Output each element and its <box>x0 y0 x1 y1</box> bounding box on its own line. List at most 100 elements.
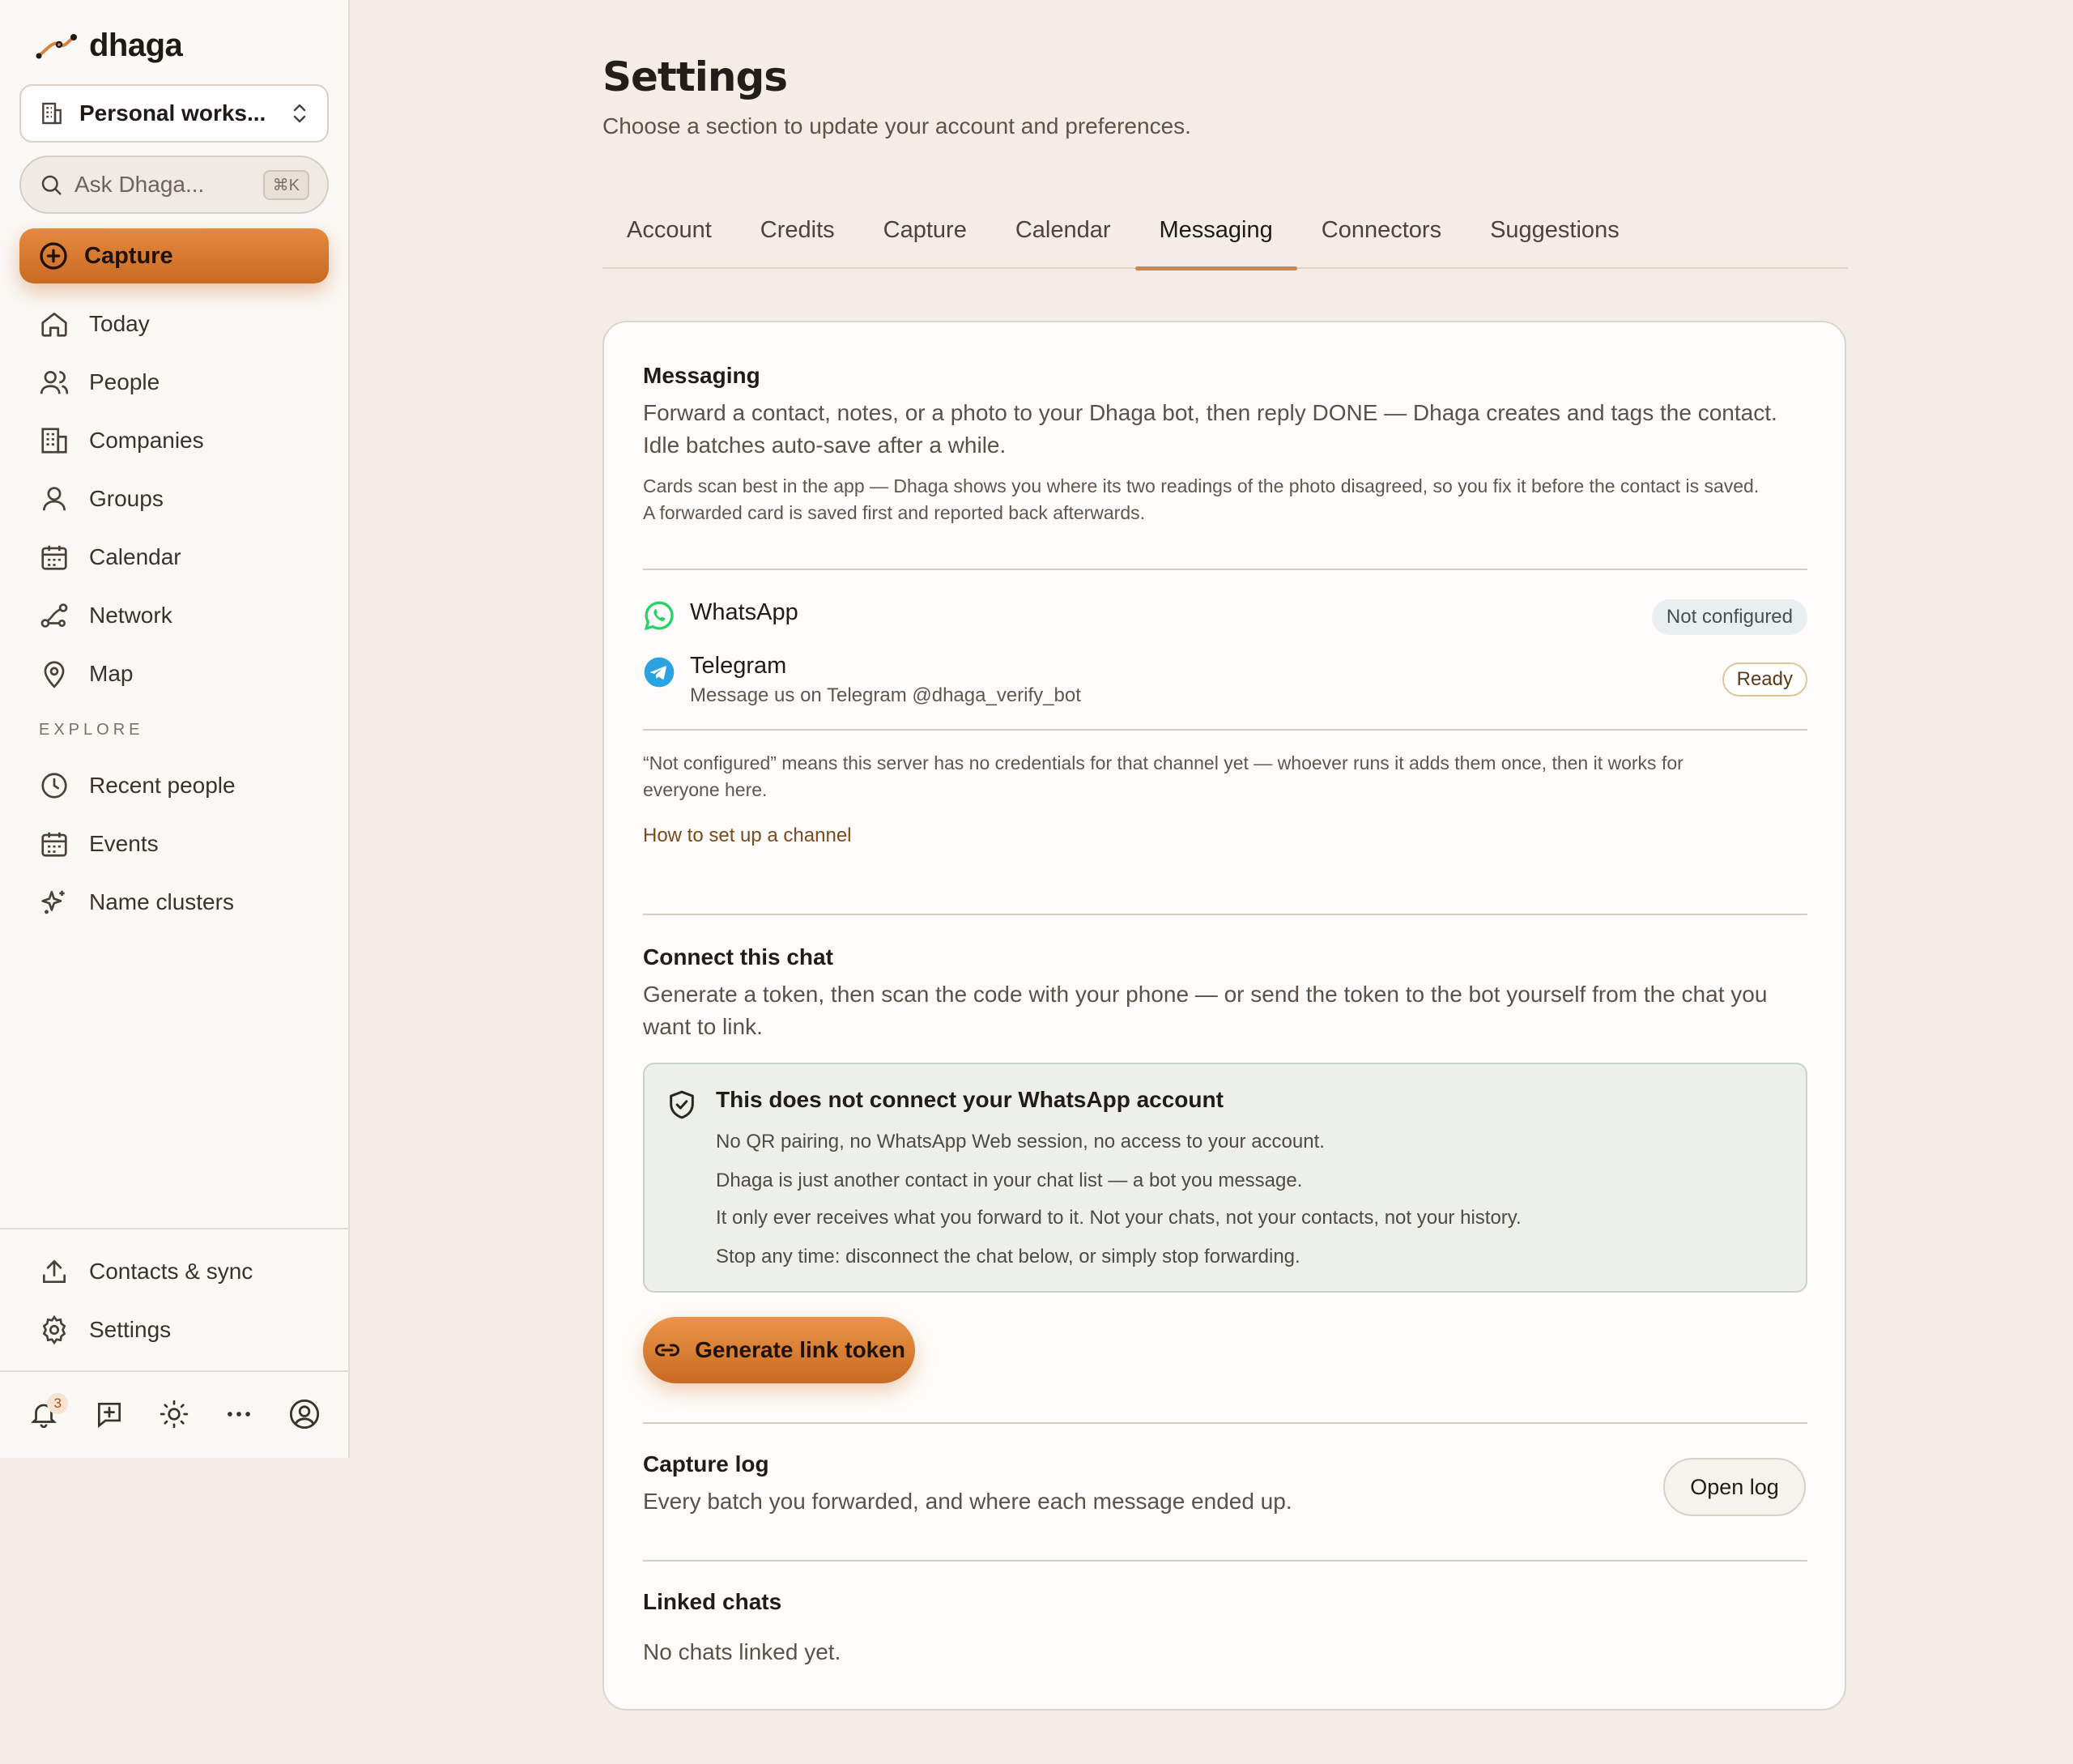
connect-section: Connect this chat Generate a token, then… <box>643 944 1807 1043</box>
more-button[interactable] <box>216 1391 262 1437</box>
footer-nav: Contacts & sync Settings <box>0 1242 350 1359</box>
tab-messaging[interactable]: Messaging <box>1134 191 1298 271</box>
nav-label: Map <box>89 661 134 686</box>
generate-link-token-label: Generate link token <box>695 1337 905 1362</box>
nav-label: Calendar <box>89 544 181 569</box>
theme-toggle-button[interactable] <box>151 1391 197 1437</box>
not-configured-note: “Not configured” means this server has n… <box>643 752 1684 773</box>
nav-contacts-sync[interactable]: Contacts & sync <box>0 1242 350 1301</box>
tab-suggestions[interactable]: Suggestions <box>1466 191 1644 269</box>
capture-log-section: Capture log Every batch you forwarded, a… <box>643 1451 1598 1518</box>
messaging-note-2: A forwarded card is saved first and repo… <box>643 502 1146 523</box>
feedback-button[interactable] <box>87 1391 132 1437</box>
nav-calendar[interactable]: Calendar <box>0 528 350 586</box>
channel-name: WhatsApp <box>690 599 798 625</box>
linked-chats-empty: No chats linked yet. <box>643 1639 841 1664</box>
nav-label: Contacts & sync <box>89 1259 253 1284</box>
divider <box>643 1560 1807 1562</box>
status-badge-ready: Ready <box>1722 663 1807 697</box>
search-placeholder: Ask Dhaga... <box>74 172 205 197</box>
tab-connectors[interactable]: Connectors <box>1297 191 1466 269</box>
message-plus-icon <box>94 1399 125 1430</box>
privacy-notice: This does not connect your WhatsApp acco… <box>643 1063 1807 1293</box>
nav-companies[interactable]: Companies <box>0 411 350 470</box>
nav-label: Events <box>89 831 159 856</box>
nav-recent-people[interactable]: Recent people <box>0 756 350 815</box>
open-log-button[interactable]: Open log <box>1663 1458 1806 1516</box>
messaging-section: Messaging Forward a contact, notes, or a… <box>643 363 1807 526</box>
tab-account[interactable]: Account <box>602 191 736 269</box>
nav-name-clusters[interactable]: Name clusters <box>0 873 350 931</box>
connect-description: Generate a token, then scan the code wit… <box>643 982 1768 1007</box>
account-button[interactable] <box>282 1391 327 1437</box>
user-circle-icon <box>288 1398 321 1430</box>
nav-groups[interactable]: Groups <box>0 470 350 528</box>
divider <box>643 914 1807 915</box>
home-icon <box>39 309 70 339</box>
tab-capture[interactable]: Capture <box>859 191 991 269</box>
brand[interactable]: dhaga <box>36 28 183 64</box>
primary-nav: Today People Companies Groups Calendar N… <box>0 295 350 931</box>
notice-line: Stop any time: disconnect the chat below… <box>716 1246 1300 1268</box>
nav-network[interactable]: Network <box>0 586 350 645</box>
tab-calendar[interactable]: Calendar <box>991 191 1135 269</box>
ask-dhaga-search[interactable]: Ask Dhaga... ⌘K <box>19 156 329 214</box>
notice-line: It only ever receives what you forward t… <box>716 1207 1522 1229</box>
sidebar-divider <box>0 1370 348 1372</box>
capture-label: Capture <box>84 242 173 269</box>
nav-map[interactable]: Map <box>0 645 350 703</box>
linked-chats-heading: Linked chats <box>643 1589 782 1614</box>
sun-icon <box>159 1399 189 1430</box>
nav-label: Today <box>89 311 150 336</box>
nav-label: Name clusters <box>89 889 234 914</box>
page-subtitle: Choose a section to update your account … <box>602 113 1191 138</box>
nav-people[interactable]: People <box>0 353 350 411</box>
divider <box>643 569 1807 570</box>
capture-log-description: Every batch you forwarded, and where eac… <box>643 1489 1292 1514</box>
channel-help: “Not configured” means this server has n… <box>643 750 1807 847</box>
sidebar-toolbar: 3 <box>0 1385 348 1443</box>
channel-telegram: Telegram Message us on Telegram @dhaga_v… <box>643 653 1807 726</box>
tab-credits[interactable]: Credits <box>736 191 859 269</box>
generate-link-token-button[interactable]: Generate link token <box>643 1317 915 1383</box>
messaging-description-2: Idle batches auto-save after a while. <box>643 432 1007 458</box>
network-icon <box>39 600 70 631</box>
notice-line: No QR pairing, no WhatsApp Web session, … <box>716 1131 1325 1153</box>
connect-description-2: want to link. <box>643 1014 763 1039</box>
upload-icon <box>39 1256 70 1287</box>
capture-log-heading: Capture log <box>643 1451 769 1476</box>
setup-channel-link[interactable]: How to set up a channel <box>643 824 1807 847</box>
notifications-button[interactable]: 3 <box>21 1391 69 1437</box>
nav-label: Network <box>89 603 172 628</box>
workspace-name: Personal works... <box>79 100 266 126</box>
map-pin-icon <box>39 658 70 689</box>
people-icon <box>39 367 70 398</box>
not-configured-note-2: everyone here. <box>643 779 768 800</box>
notice-title: This does not connect your WhatsApp acco… <box>716 1087 1224 1112</box>
nav-label: Companies <box>89 428 204 453</box>
nav-settings[interactable]: Settings <box>0 1301 350 1359</box>
notice-line: Dhaga is just another contact in your ch… <box>716 1170 1303 1191</box>
app-name: dhaga <box>89 28 183 63</box>
workspace-switcher[interactable]: Personal works... <box>19 84 329 143</box>
plus-circle-icon <box>37 240 70 272</box>
calendar-icon <box>39 829 70 859</box>
chevron-up-down-icon <box>290 101 309 126</box>
link-icon <box>653 1336 682 1365</box>
search-shortcut: ⌘K <box>262 169 309 200</box>
divider <box>643 729 1807 731</box>
shield-check-icon <box>666 1089 698 1121</box>
nav-events[interactable]: Events <box>0 815 350 873</box>
capture-button[interactable]: Capture <box>19 228 329 283</box>
status-badge-not-configured: Not configured <box>1651 599 1807 635</box>
page-title: Settings <box>602 53 788 100</box>
sparkles-icon <box>39 887 70 918</box>
nav-label: Recent people <box>89 773 236 798</box>
search-icon <box>39 173 63 197</box>
clock-icon <box>39 770 70 801</box>
nav-today[interactable]: Today <box>0 295 350 353</box>
messaging-description: Forward a contact, notes, or a photo to … <box>643 400 1777 425</box>
channel-whatsapp: WhatsApp Not configured <box>643 599 1807 637</box>
telegram-bot-handle: Message us on Telegram @dhaga_verify_bot <box>690 684 1081 706</box>
messaging-note: Cards scan best in the app — Dhaga shows… <box>643 475 1760 496</box>
